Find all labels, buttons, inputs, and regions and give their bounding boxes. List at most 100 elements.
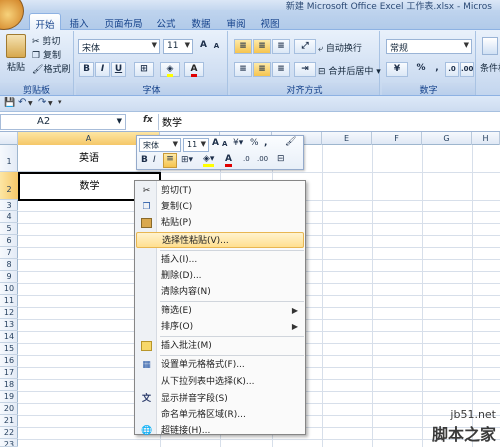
conditional-format-button[interactable]: 条件格 (480, 61, 500, 74)
menu-item-phonetic[interactable]: 文显示拼音字段(S) (136, 391, 304, 407)
align-left-button[interactable]: ≡ (234, 62, 252, 77)
decrease-decimal-button[interactable]: .00 (460, 62, 474, 77)
save-icon[interactable]: 💾 (4, 98, 15, 108)
row-header-3[interactable]: 3 (0, 200, 18, 211)
menu-item-cut[interactable]: ✂ 剪切(T) (136, 183, 304, 199)
tab-page-layout[interactable]: 页面布局 (101, 13, 146, 30)
cut-button[interactable]: ✂ 剪切 (32, 34, 60, 47)
insert-function-button[interactable]: fx (143, 115, 153, 125)
orientation-button[interactable]: ⤢ (294, 39, 316, 54)
customize-qat-icon[interactable]: ▾ (58, 98, 62, 106)
bottom-align-button[interactable]: ≡ (272, 39, 290, 54)
tab-formulas[interactable]: 公式 (152, 13, 180, 30)
tab-review[interactable]: 审阅 (222, 13, 250, 30)
copy-button[interactable]: ❐ 复制 (32, 48, 61, 61)
column-header-h[interactable]: H (472, 132, 500, 145)
row-header-23[interactable]: 23 (0, 439, 18, 447)
mini-grow-font-button[interactable]: A (212, 138, 219, 148)
row-header-6[interactable]: 6 (0, 235, 18, 247)
row-header-9[interactable]: 9 (0, 271, 18, 283)
paste-button[interactable]: 粘贴 (7, 60, 25, 73)
percent-button[interactable]: % (412, 62, 430, 77)
wrap-text-button[interactable]: ⤶ 自动换行 (318, 41, 362, 54)
tab-view[interactable]: 视图 (256, 13, 284, 30)
name-box[interactable]: A2 ▼ (0, 114, 126, 130)
row-header-14[interactable]: 14 (0, 331, 18, 343)
currency-button[interactable]: ¥ (386, 62, 408, 77)
mini-decrease-decimal-icon[interactable]: .00 (257, 155, 268, 163)
shrink-font-button[interactable]: A (209, 40, 224, 55)
row-header-2[interactable]: 2 (0, 172, 18, 200)
redo-dropdown-icon[interactable]: ▼ (48, 100, 53, 107)
mini-fill-color-icon[interactable]: ◈▾ (203, 154, 215, 167)
mini-font-color-button[interactable]: A (225, 154, 232, 167)
italic-button[interactable]: I (95, 62, 110, 77)
indent-button[interactable]: ⇥ (294, 62, 316, 77)
mini-percent-button[interactable]: % (250, 138, 259, 148)
row-header-16[interactable]: 16 (0, 355, 18, 367)
menu-item-copy[interactable]: ❐ 复制(C) (136, 199, 304, 215)
redo-icon[interactable]: ↷ (38, 97, 46, 108)
row-header-11[interactable]: 11 (0, 295, 18, 307)
bold-button[interactable]: B (79, 62, 94, 77)
menu-item-pick-from-list[interactable]: 从下拉列表中选择(K)... (136, 374, 304, 390)
align-center-button[interactable]: ≡ (253, 62, 271, 77)
menu-item-filter[interactable]: 筛选(E) ▶ (136, 303, 304, 319)
menu-item-paste-special[interactable]: 选择性粘贴(V)... (136, 232, 304, 248)
menu-item-sort[interactable]: 排序(O) ▶ (136, 319, 304, 335)
middle-align-button[interactable]: ≡ (253, 39, 271, 54)
menu-item-define-name[interactable]: 命名单元格区域(R)... (136, 407, 304, 423)
row-header-4[interactable]: 4 (0, 211, 18, 223)
comma-button[interactable]: , (430, 62, 444, 77)
menu-item-paste[interactable]: 粘贴(P) (136, 215, 304, 231)
mini-italic-button[interactable]: I (153, 155, 156, 165)
font-name-combo[interactable]: 宋体 ▼ (78, 39, 160, 54)
row-header-12[interactable]: 12 (0, 307, 18, 319)
increase-decimal-button[interactable]: .0 (445, 62, 459, 77)
row-header-8[interactable]: 8 (0, 259, 18, 271)
mini-merge-icon[interactable]: ⊟ (277, 154, 285, 164)
font-size-combo[interactable]: 11 ▼ (163, 39, 193, 54)
row-header-1[interactable]: 1 (0, 145, 18, 172)
fill-color-button[interactable]: ◈ (160, 62, 180, 77)
align-right-button[interactable]: ≡ (272, 62, 290, 77)
underline-button[interactable]: U (111, 62, 126, 77)
mini-center-align-button[interactable]: ≡ (163, 153, 177, 168)
menu-item-insert-comment[interactable]: 插入批注(M) (136, 338, 304, 354)
tab-home[interactable]: 开始 (29, 13, 61, 31)
menu-item-clear-contents[interactable]: 清除内容(N) (136, 284, 304, 300)
menu-item-delete[interactable]: 删除(D)... (136, 268, 304, 284)
column-header-f[interactable]: F (372, 132, 422, 145)
row-header-20[interactable]: 20 (0, 403, 18, 415)
row-header-18[interactable]: 18 (0, 379, 18, 391)
select-all-corner[interactable] (0, 132, 18, 145)
tab-data[interactable]: 数据 (187, 13, 215, 30)
menu-item-format-cells[interactable]: ▦ 设置单元格格式(F)... (136, 357, 304, 373)
format-painter-button[interactable]: 🖌格式刷 (32, 62, 70, 75)
menu-item-hyperlink[interactable]: 🌐 超链接(H)... (136, 423, 304, 439)
mini-currency-icon[interactable]: ¥▾ (233, 138, 243, 148)
mini-font-combo[interactable]: 宋体 ▼ (139, 138, 181, 152)
mini-comma-button[interactable]: , (264, 138, 267, 148)
undo-dropdown-icon[interactable]: ▼ (28, 100, 33, 107)
top-align-button[interactable]: ≡ (234, 39, 252, 54)
tab-insert[interactable]: 插入 (64, 13, 94, 30)
row-header-10[interactable]: 10 (0, 283, 18, 295)
row-header-7[interactable]: 7 (0, 247, 18, 259)
mini-format-painter-icon[interactable]: 🖌 (285, 137, 296, 147)
row-header-5[interactable]: 5 (0, 223, 18, 235)
border-button[interactable]: ⊞ (134, 62, 154, 77)
column-header-g[interactable]: G (422, 132, 472, 145)
row-header-15[interactable]: 15 (0, 343, 18, 355)
row-header-21[interactable]: 21 (0, 415, 18, 427)
mini-border-icon[interactable]: ⊞▾ (181, 155, 193, 165)
menu-item-insert[interactable]: 插入(I)... (136, 252, 304, 268)
mini-shrink-font-button[interactable]: A (222, 140, 227, 148)
font-color-button[interactable]: A (184, 62, 204, 77)
row-header-22[interactable]: 22 (0, 427, 18, 439)
row-header-13[interactable]: 13 (0, 319, 18, 331)
mini-bold-button[interactable]: B (141, 155, 148, 165)
formula-input[interactable]: 数学 (162, 114, 182, 129)
row-header-19[interactable]: 19 (0, 391, 18, 403)
mini-increase-decimal-icon[interactable]: .0 (243, 155, 250, 163)
